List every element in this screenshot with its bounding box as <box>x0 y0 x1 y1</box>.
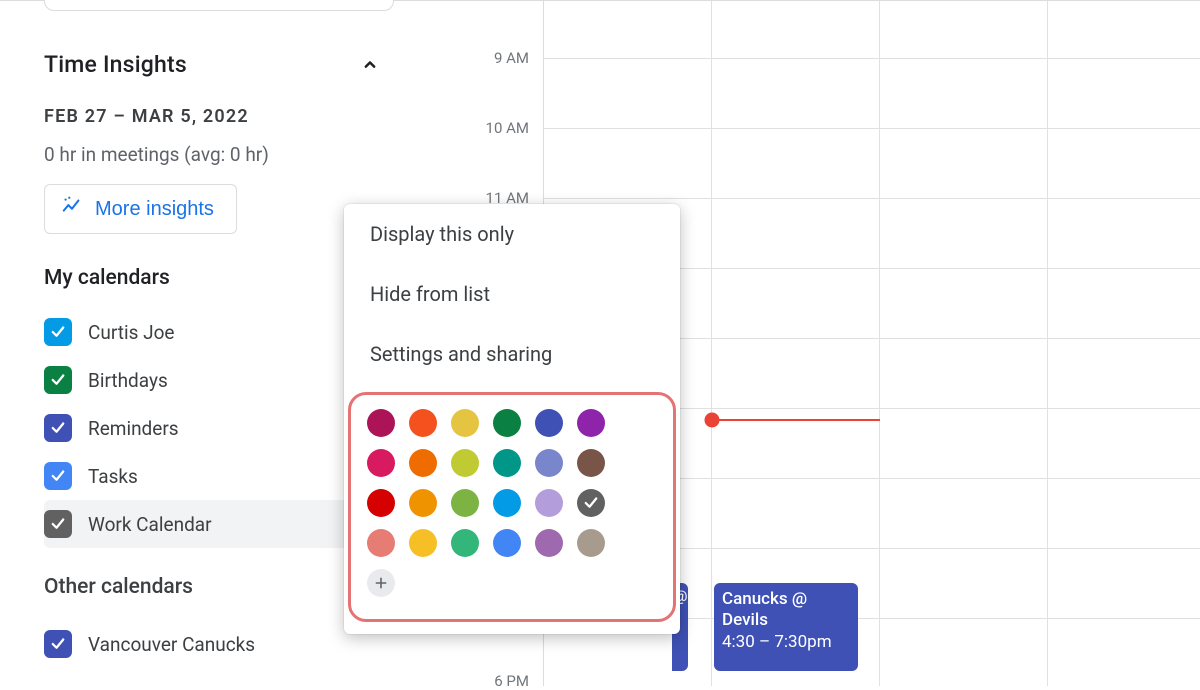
calendar-label: Tasks <box>88 465 380 488</box>
calendar-checkbox[interactable] <box>44 318 72 346</box>
color-swatch[interactable] <box>367 449 395 477</box>
color-swatch[interactable] <box>577 489 605 517</box>
color-swatch[interactable] <box>493 449 521 477</box>
calendar-context-menu: Display this only Hide from list Setting… <box>344 204 680 634</box>
time-label: 6 PM <box>494 672 529 690</box>
color-swatch[interactable] <box>535 529 563 557</box>
other-calendars-title: Other calendars <box>44 575 193 599</box>
color-picker <box>348 392 676 622</box>
color-swatch[interactable] <box>367 529 395 557</box>
add-custom-color-button[interactable] <box>367 569 395 597</box>
menu-item-hide-from-list[interactable]: Hide from list <box>344 264 680 324</box>
color-swatch[interactable] <box>577 409 605 437</box>
event-time: 4:30 – 7:30pm <box>722 632 850 653</box>
day-column[interactable] <box>1048 1 1200 686</box>
more-insights-button[interactable]: More insights <box>44 184 237 234</box>
color-swatch[interactable] <box>577 529 605 557</box>
more-insights-label: More insights <box>95 198 214 221</box>
time-label: 10 AM <box>486 119 529 137</box>
color-swatch[interactable] <box>535 449 563 477</box>
date-range-text: FEB 27 – MAR 5, 2022 <box>44 106 428 127</box>
color-swatch[interactable] <box>409 529 437 557</box>
color-swatch[interactable] <box>409 409 437 437</box>
color-swatch[interactable] <box>451 449 479 477</box>
calendar-label: Birthdays <box>88 369 380 392</box>
calendar-checkbox[interactable] <box>44 366 72 394</box>
search-people-pill[interactable] <box>44 0 394 11</box>
color-swatch[interactable] <box>451 409 479 437</box>
color-swatch[interactable] <box>409 449 437 477</box>
now-indicator-dot <box>705 413 720 428</box>
time-label: 9 AM <box>494 49 529 67</box>
time-insights-header[interactable]: Time Insights <box>44 51 428 78</box>
menu-item-settings-sharing[interactable]: Settings and sharing <box>344 324 680 384</box>
hour-line <box>544 58 1200 59</box>
color-swatch[interactable] <box>451 529 479 557</box>
calendar-checkbox[interactable] <box>44 414 72 442</box>
calendar-label: Curtis Joe <box>88 321 380 344</box>
calendar-label: Vancouver Canucks <box>88 633 380 656</box>
color-swatch[interactable] <box>409 489 437 517</box>
hour-line <box>544 128 1200 129</box>
calendar-label: Work Calendar <box>88 513 380 536</box>
menu-item-display-only[interactable]: Display this only <box>344 204 680 264</box>
color-swatch[interactable] <box>493 529 521 557</box>
time-insights-title: Time Insights <box>44 51 187 78</box>
meetings-summary-text: 0 hr in meetings (avg: 0 hr) <box>44 143 428 166</box>
color-swatch[interactable] <box>493 489 521 517</box>
color-swatch[interactable] <box>535 409 563 437</box>
event-title: Canucks @ Devils <box>722 589 850 632</box>
color-swatch[interactable] <box>535 489 563 517</box>
calendar-checkbox[interactable] <box>44 510 72 538</box>
calendar-checkbox[interactable] <box>44 462 72 490</box>
color-swatch[interactable] <box>577 449 605 477</box>
color-swatch[interactable] <box>493 409 521 437</box>
color-swatch[interactable] <box>367 489 395 517</box>
color-swatch[interactable] <box>451 489 479 517</box>
now-indicator-line <box>712 419 880 421</box>
hour-line <box>544 198 1200 199</box>
color-swatch[interactable] <box>367 409 395 437</box>
calendar-checkbox[interactable] <box>44 630 72 658</box>
insights-icon <box>61 195 83 223</box>
day-column[interactable] <box>880 1 1048 686</box>
calendar-label: Reminders <box>88 417 380 440</box>
calendar-event[interactable]: Canucks @ Devils 4:30 – 7:30pm <box>714 583 858 671</box>
chevron-up-icon <box>360 55 380 75</box>
